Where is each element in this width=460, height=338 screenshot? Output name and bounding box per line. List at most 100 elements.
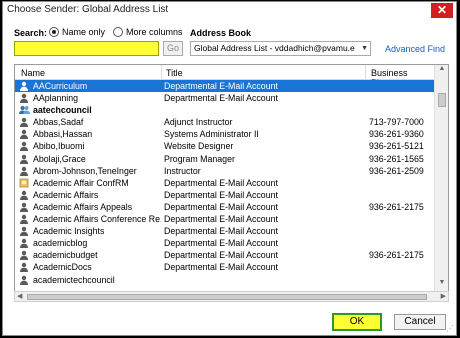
search-label: Search: [14,28,48,38]
column-divider[interactable] [365,65,366,80]
horizontal-scrollbar[interactable]: ◀ ▶ [14,291,449,302]
column-header-name[interactable]: Name [21,68,45,78]
list-item[interactable]: academicblog Departmental E-Mail Account [15,237,435,249]
ok-button[interactable]: OK [332,313,382,331]
column-header-title[interactable]: Title [166,68,183,78]
person-icon [19,129,29,140]
list-header: Name Title Business Phone [15,65,435,88]
row-name: Academic Affairs [33,189,99,200]
address-book-label: Address Book [190,28,252,38]
list-item[interactable]: Abbas,Sadaf Adjunct Instructor 713-797-700… [15,116,435,128]
list-item[interactable]: academicbudget Departmental E-Mail Accoun… [15,249,435,261]
list-item[interactable]: Abbasi,Hassan Systems Administrator II 936… [15,128,435,140]
list-item[interactable]: Abibo,Ibuomi Website Designer 936-261-5121 [15,140,435,152]
list-item[interactable]: AcademicDocs Departmental E-Mail Account [15,261,435,273]
row-name: Abolaji,Grace [33,153,86,164]
row-name: Abbas,Sadaf [33,117,84,128]
name-only-label: Name only [62,27,106,37]
person-icon [19,141,29,152]
person-icon [19,262,29,273]
window-title: Choose Sender: Global Address List [7,4,169,15]
list-item[interactable]: aatechcouncil [15,104,435,116]
list-rows: AACurriculum Departmental E-Mail Account A… [15,80,435,286]
row-name: Academic Insights [33,226,105,237]
row-phone: 936-261-9360 [369,129,424,140]
list-item[interactable]: Academic Affairs Conference Re... Departm… [15,213,435,225]
row-name: Academic Affairs Appeals [33,201,133,212]
row-title: Departmental E-Mail Account [164,262,278,273]
chevron-down-icon: ▼ [361,45,368,52]
row-title: Program Manager [164,153,235,164]
column-divider[interactable] [161,65,162,80]
group-icon [19,105,30,115]
radio-selected-icon [49,27,59,37]
more-columns-label: More columns [126,27,183,37]
row-title: Departmental E-Mail Account [164,214,278,225]
row-name: Abrom-Johnson,TeneInger [33,165,137,176]
go-button[interactable]: Go [163,41,183,56]
close-button[interactable]: ✕ [431,3,453,18]
list-item[interactable]: Abolaji,Grace Program Manager 936-261-1565 [15,153,435,165]
row-name: academicbudget [33,250,98,261]
row-name: AAplanning [33,93,78,104]
row-name: academictechcouncil [33,274,115,285]
list-item[interactable]: AAplanning Departmental E-Mail Account [15,92,435,104]
person-icon [19,166,29,176]
search-input[interactable] [14,41,159,56]
title-bar: Choose Sender: Global Address List ✕ [3,2,456,19]
cancel-button[interactable]: Cancel [394,314,446,330]
scroll-right-icon[interactable]: ▶ [441,292,446,300]
row-title: Departmental E-Mail Account [164,201,278,212]
row-name: Academic Affairs Conference Re... [33,214,161,225]
row-name: Abibo,Ibuomi [33,141,85,152]
person-icon [19,154,29,164]
row-phone: 936-261-2509 [369,165,424,176]
list-item[interactable]: Abrom-Johnson,TeneInger Instructor 936-261… [15,165,435,177]
person-icon [19,81,29,91]
person-icon [19,202,29,212]
scroll-thumb[interactable] [438,93,446,107]
list-item[interactable]: academictechcouncil [15,274,435,286]
person-icon [19,93,29,104]
person-icon [19,214,29,225]
row-phone: 936-261-5121 [369,141,424,152]
row-phone: 936-261-2175 [369,250,424,261]
list-item[interactable]: Academic Affairs Departmental E-Mail Acco… [15,189,435,201]
row-title: Website Designer [164,141,234,152]
row-name: Academic Affair ConfRM [33,177,129,188]
hscroll-thumb[interactable] [27,294,427,300]
row-title: Departmental E-Mail Account [164,189,278,200]
advanced-find-link[interactable]: Advanced Find [385,44,445,54]
scroll-down-icon[interactable]: ▼ [435,279,448,291]
person-icon [19,238,29,249]
person-icon [19,190,29,200]
list-item[interactable]: AACurriculum Departmental E-Mail Account [15,80,435,93]
row-title: Departmental E-Mail Account [164,250,278,261]
vertical-scrollbar[interactable]: ▲ ▼ [434,65,448,291]
row-name: Abbasi,Hassan [33,129,93,140]
list-item[interactable]: Academic Affair ConfRM Departmental E-Mai… [15,177,435,189]
scroll-left-icon[interactable]: ◀ [17,292,22,300]
room-icon [19,178,29,188]
person-icon [19,275,29,285]
name-only-radio[interactable]: Name only [49,27,105,37]
list-item[interactable]: Academic Insights Departmental E-Mail Acc… [15,225,435,237]
row-title: Adjunct Instructor [164,117,233,128]
row-title: Departmental E-Mail Account [164,238,278,249]
row-phone: 936-261-2175 [369,201,424,212]
row-name: AACurriculum [33,81,88,91]
row-phone: 936-261-1565 [369,153,424,164]
row-title: Departmental E-Mail Account [164,81,278,91]
scroll-up-icon[interactable]: ▲ [435,65,448,77]
list-item[interactable]: Academic Affairs Appeals Departmental E-M… [15,201,435,213]
radio-unselected-icon [113,27,123,37]
row-title: Systems Administrator II [164,129,259,140]
address-book-value: Global Address List - vddadhich@pvamu.e [194,43,355,53]
address-book-select[interactable]: Global Address List - vddadhich@pvamu.e … [190,41,371,56]
address-list[interactable]: Name Title Business Phone AACurriculum De… [14,64,449,292]
row-name: aatechcouncil [33,105,92,116]
more-columns-radio[interactable]: More columns [113,27,183,37]
person-icon [19,117,29,128]
row-title: Departmental E-Mail Account [164,177,278,188]
resize-grip-icon[interactable]: ⋰ [446,324,454,333]
